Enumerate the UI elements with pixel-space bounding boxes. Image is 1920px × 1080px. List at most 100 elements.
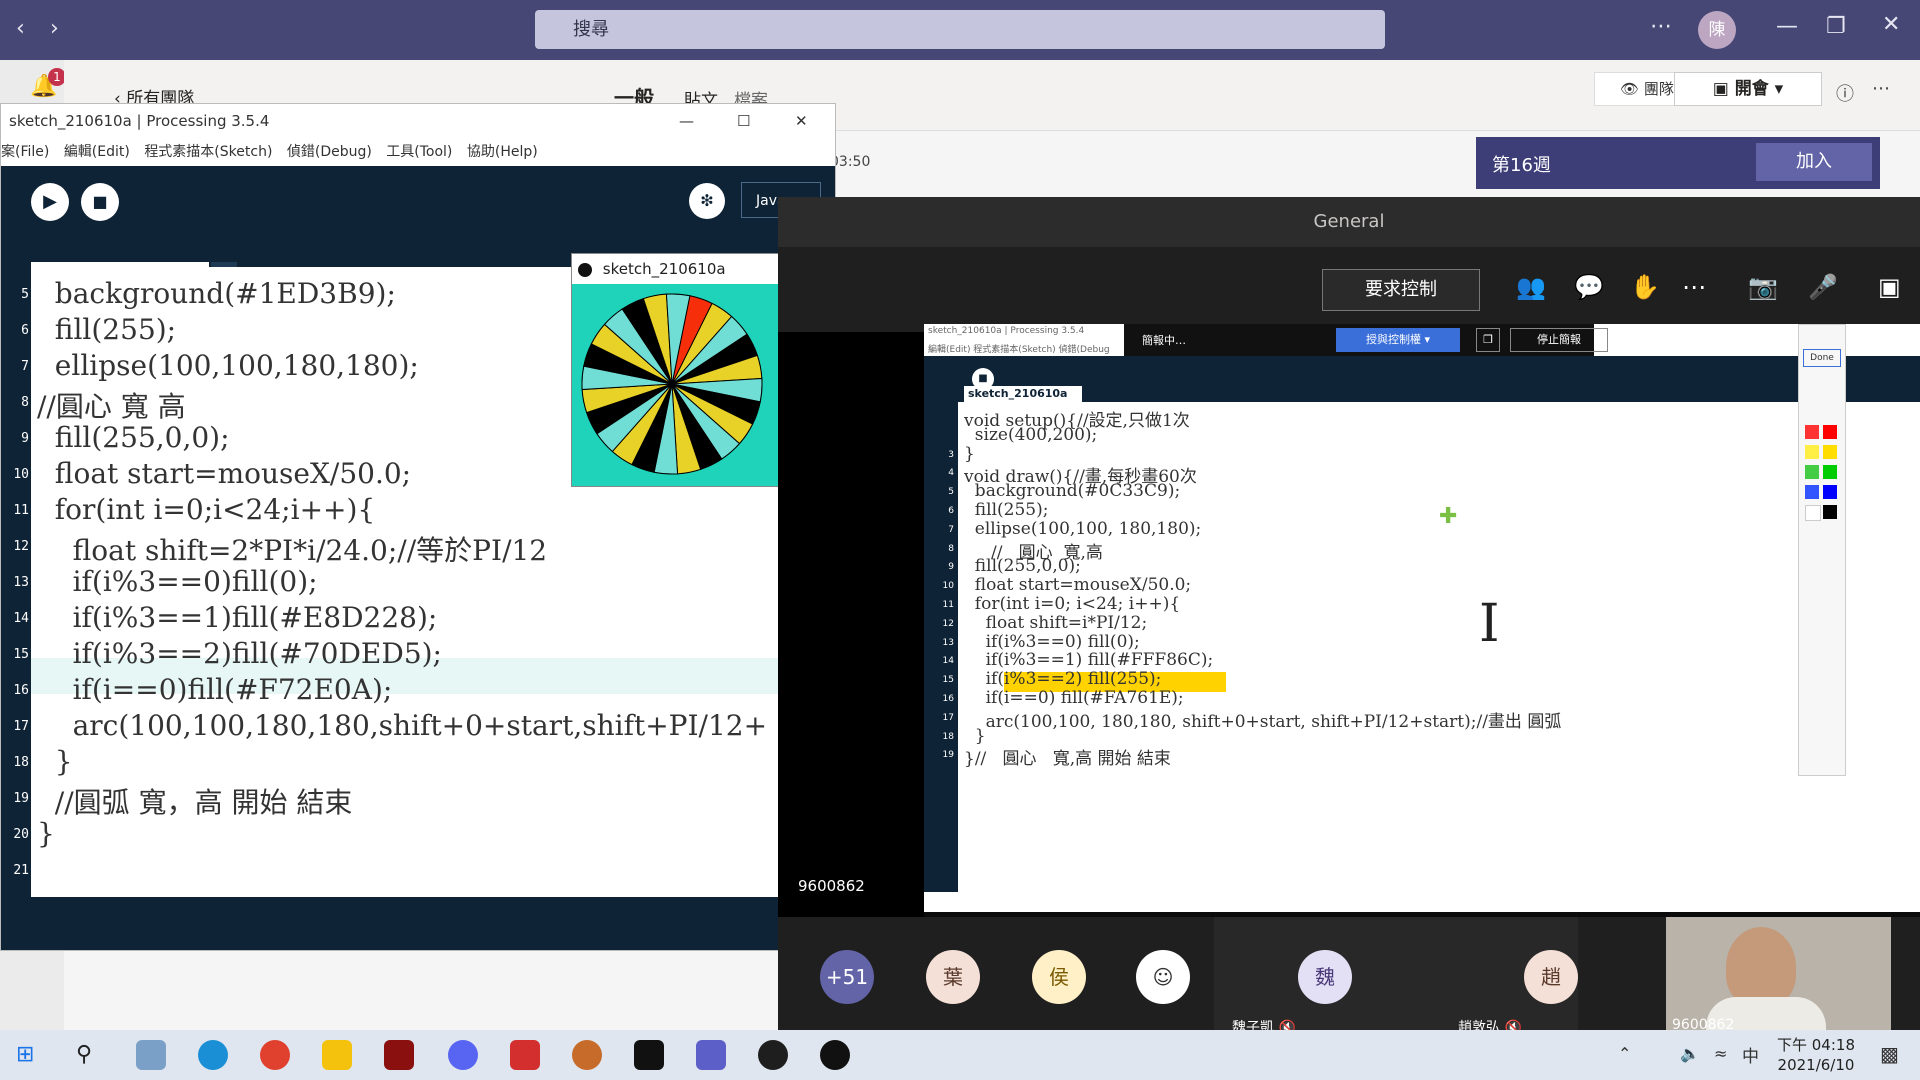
code-line[interactable]: float shift=2*PI*i/24.0;//等於PI/12 xyxy=(37,529,548,569)
code-line[interactable]: arc(100,100,180,180,shift+0+start,shift+… xyxy=(37,709,767,742)
menu-file[interactable]: 案(File) xyxy=(1,144,49,160)
wifi-icon[interactable]: ≈ xyxy=(1714,1044,1727,1063)
back-arrow-icon[interactable]: ‹ xyxy=(16,16,25,41)
teams-icon[interactable] xyxy=(696,1040,726,1070)
minimize-icon[interactable]: — xyxy=(679,104,694,138)
close-icon[interactable]: ✕ xyxy=(795,104,808,138)
windows-start-icon[interactable]: ⊞ xyxy=(16,1042,34,1067)
search-icon[interactable]: ⚲ xyxy=(76,1042,92,1067)
white-swatch[interactable] xyxy=(1805,505,1821,521)
participant-ye[interactable]: 葉 xyxy=(926,950,980,1004)
shared-line-number: 7 xyxy=(948,524,954,535)
line-number: 19 xyxy=(13,791,29,806)
pdf-reader-icon[interactable] xyxy=(510,1040,540,1070)
code-line[interactable]: if(i%3==2)fill(#70DED5); xyxy=(37,637,442,670)
code-line[interactable]: fill(255,0,0); xyxy=(37,421,230,454)
search-input[interactable]: 搜尋 xyxy=(535,10,1385,49)
meet-button[interactable]: ▣ 開會 ▾ xyxy=(1674,72,1822,106)
menu-debug[interactable]: 偵錯(Debug) xyxy=(287,144,372,160)
clock-time[interactable]: 下午 04:18 xyxy=(1774,1034,1858,1055)
raise-hand-icon[interactable]: ✋ xyxy=(1630,273,1660,301)
menu-help[interactable]: 協助(Help) xyxy=(467,144,538,160)
menu-tool[interactable]: 工具(Tool) xyxy=(386,144,452,160)
blue-swatch-2[interactable] xyxy=(1823,485,1837,499)
red-swatch-2[interactable] xyxy=(1823,425,1837,439)
code-line[interactable]: //圓心 寬 高 xyxy=(37,385,186,425)
avatar[interactable]: 陳 xyxy=(1698,11,1736,49)
chrome-icon[interactable] xyxy=(260,1040,290,1070)
meeting-title: General xyxy=(778,197,1920,247)
photos-app-icon[interactable] xyxy=(136,1040,166,1070)
menu-sketch[interactable]: 程式素描本(Sketch) xyxy=(144,144,272,160)
ime-indicator[interactable]: 中 xyxy=(1742,1042,1759,1067)
line-number: 7 xyxy=(21,359,29,374)
close-icon[interactable]: ✕ xyxy=(1882,12,1900,37)
notification-center-icon[interactable]: ▩ xyxy=(1880,1042,1899,1066)
mic-off-icon[interactable]: 🎤 xyxy=(1808,273,1838,301)
chat-icon[interactable]: 💬 xyxy=(1574,273,1604,301)
shared-screen[interactable]: sketch_210610a | Processing 3.5.4 編輯(Edi… xyxy=(924,324,1920,912)
clock-date[interactable]: 2021/6/10 xyxy=(1774,1056,1858,1074)
stop-presenting-button[interactable]: 停止簡報 xyxy=(1510,328,1608,352)
code-line[interactable]: if(i%3==1)fill(#E8D228); xyxy=(37,601,438,634)
run-button[interactable]: ▶ xyxy=(31,183,69,221)
minimize-share-icon[interactable]: ❐ xyxy=(1476,328,1500,352)
maximize-icon[interactable]: ☐ xyxy=(737,104,750,138)
tray-chevron-icon[interactable]: ⌃ xyxy=(1618,1044,1631,1063)
forward-arrow-icon[interactable]: › xyxy=(50,16,59,41)
code-line[interactable]: for(int i=0;i<24;i++){ xyxy=(37,493,375,526)
overflow-participants[interactable]: +51 xyxy=(820,950,874,1004)
red-swatch[interactable] xyxy=(1805,425,1819,439)
blue-swatch[interactable] xyxy=(1805,485,1819,499)
request-control-button[interactable]: 要求控制 xyxy=(1322,269,1480,311)
yellow-swatch[interactable] xyxy=(1805,445,1819,459)
share-tray-icon[interactable]: ▣ xyxy=(1878,273,1901,301)
more-icon[interactable]: ⋯ xyxy=(1650,14,1672,39)
code-line[interactable]: fill(255); xyxy=(37,313,176,346)
green-swatch-2[interactable] xyxy=(1823,465,1837,479)
discord-icon[interactable] xyxy=(448,1040,478,1070)
participant-custom-avatar[interactable]: ☺ xyxy=(1136,950,1190,1004)
code-line[interactable]: if(i%3==0)fill(0); xyxy=(37,565,318,598)
give-control-button[interactable]: 授與控制權 ▾ xyxy=(1336,328,1460,352)
processing-app-icon[interactable] xyxy=(758,1040,788,1070)
menu-edit[interactable]: 編輯(Edit) xyxy=(64,144,130,160)
code-line[interactable]: //圓弧 寬，高 開始 結束 xyxy=(37,781,353,821)
code-line[interactable]: background(#1ED3B9); xyxy=(37,277,396,310)
stop-button[interactable]: ■ xyxy=(81,183,119,221)
shared-line-number: 17 xyxy=(942,712,954,723)
shared-code-line: float start=mouseX/50.0; xyxy=(964,575,1192,596)
green-swatch[interactable] xyxy=(1805,465,1819,479)
code-line[interactable]: float start=mouseX/50.0; xyxy=(37,457,411,490)
more-options-icon[interactable]: ⋯ xyxy=(1872,78,1890,99)
participant-hou[interactable]: 侯 xyxy=(1032,950,1086,1004)
game-app-icon[interactable] xyxy=(384,1040,414,1070)
code-line[interactable]: if(i==0)fill(#F72E0A); xyxy=(37,673,393,706)
restore-icon[interactable]: ❐ xyxy=(1826,14,1846,39)
shared-line-number: 4 xyxy=(948,468,954,479)
participant-zhao[interactable]: 趙 xyxy=(1524,950,1578,1004)
info-icon[interactable]: ⓘ xyxy=(1836,80,1854,106)
annotation-palette[interactable]: Done xyxy=(1798,324,1846,776)
participants-icon[interactable]: 👥 xyxy=(1516,273,1546,301)
camera-off-icon[interactable]: 📷 xyxy=(1748,273,1778,301)
debug-icon[interactable]: ❇ xyxy=(689,183,725,219)
presenter-tile: 9600862 xyxy=(778,332,924,917)
done-button[interactable]: Done xyxy=(1803,349,1841,367)
edge-icon[interactable] xyxy=(198,1040,228,1070)
code-line[interactable]: } xyxy=(37,745,73,778)
participant-wei[interactable]: 魏 xyxy=(1298,950,1352,1004)
volume-icon[interactable]: 🔈 xyxy=(1680,1044,1700,1063)
minimize-icon[interactable]: — xyxy=(1776,14,1798,39)
processing-title-bar: sketch_210610a | Processing 3.5.4 — ☐ ✕ xyxy=(1,104,835,138)
file-explorer-icon[interactable] xyxy=(322,1040,352,1070)
sketch-app-icon[interactable] xyxy=(820,1040,850,1070)
more-actions-icon[interactable]: ⋯ xyxy=(1682,273,1706,301)
yellow-swatch-2[interactable] xyxy=(1823,445,1837,459)
code-line[interactable]: } xyxy=(37,817,55,850)
join-button[interactable]: 加入 xyxy=(1756,143,1872,181)
black-swatch[interactable] xyxy=(1823,505,1837,519)
code-line[interactable]: ellipse(100,100,180,180); xyxy=(37,349,419,382)
code-app-icon[interactable] xyxy=(634,1040,664,1070)
mushroom-app-icon[interactable] xyxy=(572,1040,602,1070)
